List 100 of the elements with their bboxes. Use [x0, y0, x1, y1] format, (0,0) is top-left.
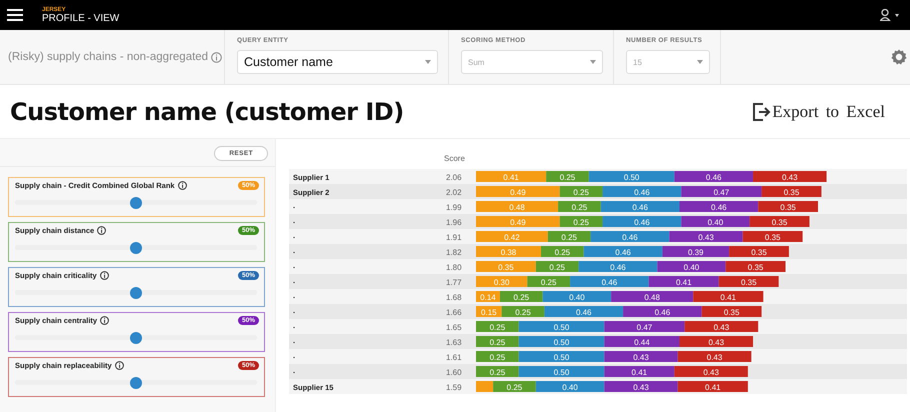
bar-value-label: 0.46: [602, 278, 618, 287]
bar-value-label: 0.49: [510, 218, 526, 227]
info-icon[interactable]: [100, 271, 109, 280]
bar-value-label: 0.50: [624, 173, 640, 182]
caret-icon: [697, 60, 703, 64]
bar-value-label: 0.35: [740, 278, 757, 287]
caret-icon: [590, 60, 596, 64]
export-button[interactable]: Export to Excel: [752, 102, 885, 122]
bar-value-label: 0.25: [572, 203, 588, 212]
dropdown-field[interactable]: Customer name: [237, 50, 438, 74]
bar-value-label: 0.46: [622, 233, 638, 242]
bar-value-label: 0.50: [554, 353, 570, 362]
slider-thumb[interactable]: [130, 242, 142, 254]
score-value: 1.66: [446, 308, 462, 317]
bar-value-label: 0.25: [573, 188, 589, 197]
caret-icon: [425, 60, 431, 64]
score-value: 1.91: [446, 233, 462, 242]
bar-value-label: 0.25: [490, 323, 506, 332]
bar-value-label: 0.47: [714, 188, 730, 197]
bar-value-label: 0.46: [711, 203, 727, 212]
bar-value-label: 0.35: [780, 203, 796, 212]
bar-value-label: 0.43: [708, 338, 724, 347]
score-value: 1.60: [446, 368, 462, 377]
bar-value-label: 0.35: [772, 218, 788, 227]
bar-value-label: 0.48: [644, 293, 660, 302]
bar-value-label: 0.35: [724, 308, 740, 317]
bar-value-label: 0.35: [764, 233, 780, 242]
bar-value-label: 0.30: [494, 278, 510, 287]
info-icon[interactable]: [97, 226, 106, 235]
bar-value-label: 0.48: [509, 203, 525, 212]
bar-value-label: 0.25: [506, 383, 522, 392]
bar-value-label: 0.43: [706, 353, 722, 362]
bar-value-label: 0.42: [504, 233, 520, 242]
bar-value-label: 0.46: [706, 173, 722, 182]
bar-value-label: 0.41: [632, 368, 648, 377]
bar-value-label: 0.49: [510, 188, 526, 197]
bar-value-label: 0.46: [634, 188, 650, 197]
bar-value-label: 0.25: [540, 278, 556, 287]
export-icon: [752, 102, 772, 122]
bar-value-label: 0.50: [554, 323, 570, 332]
menu-icon[interactable]: [7, 8, 23, 22]
slider-thumb[interactable]: [130, 332, 142, 344]
bar-value-label: 0.25: [490, 353, 506, 362]
bar-value-label: 0.25: [514, 293, 530, 302]
settings-icon[interactable]: [891, 49, 907, 65]
slider-thumb[interactable]: [130, 286, 142, 298]
score-value: 1.65: [446, 323, 462, 332]
bar-value-label: 0.47: [636, 323, 652, 332]
bar-value-label: 0.41: [720, 293, 736, 302]
bar-value-label: 0.39: [688, 248, 704, 257]
bar-value-label: 0.43: [633, 353, 649, 362]
score-value: 1.96: [446, 218, 462, 227]
info-icon[interactable]: [178, 181, 187, 190]
bar-value-label: 0.46: [632, 203, 648, 212]
score-value: 1.80: [446, 263, 462, 272]
score-value: 2.06: [446, 173, 462, 182]
bar-value-label: 0.38: [500, 248, 516, 257]
bar-value-label: 0.40: [569, 293, 585, 302]
bar-value-label: 0.25: [490, 338, 506, 347]
bar-value-label: 0.46: [576, 308, 592, 317]
bar-value-label: 0.35: [498, 263, 514, 272]
bar-value-label: 0.35: [784, 188, 800, 197]
section-description: (Risky) supply chains - non-aggregated: [8, 51, 208, 63]
bar-value-label: 0.40: [562, 383, 578, 392]
bar-value-label: 0.25: [554, 248, 570, 257]
slider-thumb[interactable]: [130, 376, 142, 388]
column-header: Score: [444, 154, 465, 163]
score-value: 1.63: [446, 338, 462, 347]
bar-value-label: 0.25: [560, 173, 576, 182]
info-icon[interactable]: [100, 316, 110, 325]
score-value: 1.61: [446, 353, 462, 362]
bar-value-label: 0.41: [705, 383, 721, 392]
bar-value-label: 0.43: [714, 323, 730, 332]
bar-value-label: 0.46: [610, 263, 626, 272]
score-value: 1.68: [446, 293, 462, 302]
bar-value-label: 0.40: [708, 218, 724, 227]
score-value: 1.59: [446, 383, 462, 392]
app-title: PROFILE - VIEW: [42, 14, 120, 24]
page-title: Customer name (customer ID): [10, 98, 404, 126]
bar-value-label: 0.25: [573, 218, 589, 227]
score-value: 2.02: [446, 188, 462, 197]
bar-value-label: 0.50: [554, 368, 570, 377]
info-icon[interactable]: [114, 361, 124, 370]
bar-value-label: 0.15: [481, 308, 497, 317]
bar-value-label: 0.43: [782, 173, 798, 182]
bar-value-label: 0.50: [554, 338, 570, 347]
score-value: 1.99: [446, 203, 462, 212]
bar-value-label: 0.43: [698, 233, 714, 242]
bar-value-label: 0.46: [615, 248, 631, 257]
slider-thumb[interactable]: [130, 196, 142, 208]
score-value: 1.82: [446, 248, 462, 257]
bar-value-label: 0.25: [490, 368, 506, 377]
user-icon[interactable]: [880, 9, 902, 21]
bar-value-label: 0.43: [633, 383, 649, 392]
bar-value-label: 0.35: [748, 263, 764, 272]
bar-value-label: 0.25: [561, 233, 577, 242]
bar-value-label: 0.44: [634, 338, 650, 347]
bar-value-label: 0.14: [480, 293, 496, 302]
bar-value-label: 0.46: [654, 308, 670, 317]
bar-value-label: 0.43: [703, 368, 719, 377]
